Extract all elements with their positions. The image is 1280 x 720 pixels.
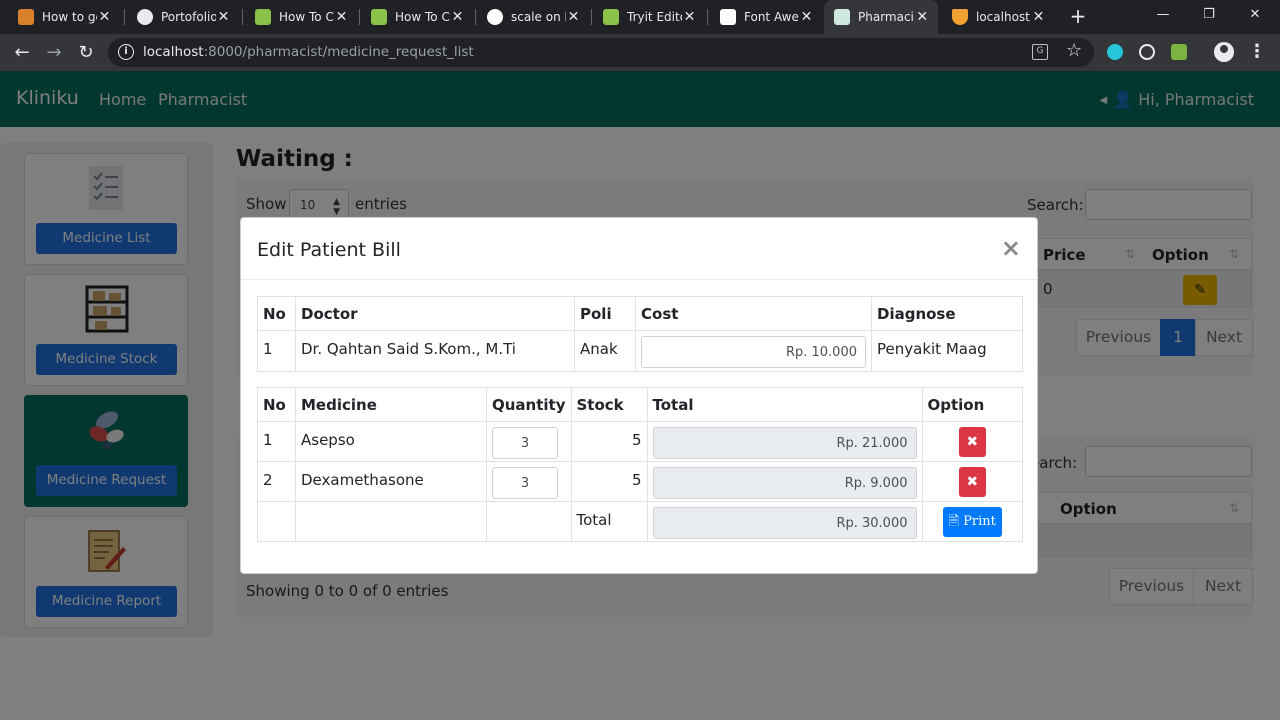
java-favicon-icon bbox=[18, 9, 34, 25]
col-header-option: Option bbox=[921, 387, 1023, 422]
forward-arrow-icon[interactable]: → bbox=[41, 40, 67, 66]
row-no: 1 bbox=[257, 421, 296, 462]
close-window-button[interactable]: ✕ bbox=[1232, 0, 1278, 34]
w3schools-favicon-icon bbox=[255, 9, 271, 25]
grand-total-field: Rp. 30.000 bbox=[652, 507, 917, 539]
row-no: 1 bbox=[257, 330, 296, 372]
tab-title: Font Awe bbox=[744, 10, 799, 24]
tab-close-icon[interactable]: ✕ bbox=[334, 9, 349, 25]
col-header-stock: Stock bbox=[570, 387, 648, 422]
col-header-poli: Poli bbox=[574, 296, 636, 331]
stock-value: 5 bbox=[570, 461, 648, 502]
edit-patient-bill-modal: Edit Patient Bill × No Doctor Poli Cost … bbox=[240, 217, 1038, 574]
medicine-name: Asepso bbox=[295, 421, 487, 462]
browser-toolbar: ← → ↻ i localhost:8000/pharmacist/medici… bbox=[0, 34, 1280, 71]
doctor-table: No Doctor Poli Cost Diagnose 1 Dr. Qahta… bbox=[257, 296, 1023, 372]
table-row: 1 Asepso 3 5 Rp. 21.000 ✖ bbox=[257, 421, 1023, 462]
print-label: Print bbox=[963, 514, 996, 529]
print-button[interactable]: 🗎 Print bbox=[942, 507, 1002, 537]
flag-favicon-icon bbox=[720, 9, 736, 25]
bookmark-star-icon[interactable]: ☆ bbox=[1066, 40, 1082, 61]
medicine-name: Dexamethasone bbox=[295, 461, 487, 502]
browser-tab-active[interactable]: Pharmaci ✕ bbox=[824, 0, 938, 34]
diagnose-text: Penyakit Maag bbox=[871, 330, 1023, 372]
address-bar[interactable]: i localhost:8000/pharmacist/medicine_req… bbox=[108, 38, 1094, 67]
quantity-input[interactable]: 3 bbox=[492, 427, 558, 459]
modal-close-icon[interactable]: × bbox=[1001, 236, 1021, 260]
extension-icon-2[interactable] bbox=[1171, 44, 1187, 60]
tab-close-icon[interactable]: ✕ bbox=[914, 9, 930, 25]
new-tab-button[interactable]: + bbox=[1066, 4, 1090, 28]
browser-tab[interactable]: scale on h ✕ bbox=[477, 0, 589, 34]
col-header-no: No bbox=[257, 296, 296, 331]
w3schools-favicon-icon bbox=[371, 9, 387, 25]
browser-tab[interactable]: How To C ✕ bbox=[361, 0, 473, 34]
tab-close-icon[interactable]: ✕ bbox=[216, 9, 231, 25]
tab-title: Pharmaci bbox=[858, 10, 914, 24]
back-arrow-icon[interactable]: ← bbox=[9, 40, 35, 66]
total-field: Rp. 21.000 bbox=[652, 427, 917, 459]
url-text[interactable]: localhost:8000/pharmacist/medicine_reque… bbox=[143, 44, 474, 60]
browser-tab[interactable]: How to ge ✕ bbox=[8, 0, 120, 34]
browser-tab-bar: How to ge ✕ Portofolio ✕ How To C ✕ How … bbox=[0, 0, 1280, 34]
cost-input[interactable]: Rp. 10.000 bbox=[641, 336, 866, 368]
browser-tab[interactable]: Portofolio ✕ bbox=[127, 0, 239, 34]
xampp-favicon-icon bbox=[952, 9, 968, 25]
browser-tab[interactable]: localhost ✕ bbox=[942, 0, 1054, 34]
minimize-button[interactable]: — bbox=[1140, 0, 1186, 34]
tab-close-icon[interactable]: ✕ bbox=[97, 9, 112, 25]
medicine-table: No Medicine Quantity Stock Total Option … bbox=[257, 387, 1023, 542]
tab-close-icon[interactable]: ✕ bbox=[799, 9, 814, 25]
browser-tab[interactable]: Tryit Edito ✕ bbox=[593, 0, 705, 34]
table-row: 2 Dexamethasone 3 5 Rp. 9.000 ✖ bbox=[257, 461, 1023, 502]
google-favicon-icon bbox=[487, 9, 503, 25]
tab-title: Tryit Edito bbox=[627, 10, 682, 24]
reload-icon[interactable]: ↻ bbox=[73, 40, 99, 66]
tab-close-icon[interactable]: ✕ bbox=[1031, 9, 1046, 25]
browser-tab[interactable]: How To C ✕ bbox=[245, 0, 357, 34]
col-header-medicine: Medicine bbox=[295, 387, 487, 422]
delete-button[interactable]: ✖ bbox=[958, 467, 986, 497]
react-extension-icon[interactable] bbox=[1139, 44, 1155, 60]
tab-title: How To C bbox=[279, 10, 334, 24]
col-header-quantity: Quantity bbox=[486, 387, 572, 422]
modal-title: Edit Patient Bill bbox=[257, 239, 401, 261]
col-header-doctor: Doctor bbox=[295, 296, 575, 331]
col-header-total: Total bbox=[646, 387, 923, 422]
delete-button[interactable]: ✖ bbox=[958, 427, 986, 457]
page-favicon-icon bbox=[834, 9, 850, 25]
stock-value: 5 bbox=[570, 421, 648, 462]
w3schools-favicon-icon bbox=[603, 9, 619, 25]
doctor-name: Dr. Qahtan Said S.Kom., M.Ti bbox=[295, 330, 575, 372]
tab-title: scale on h bbox=[511, 10, 566, 24]
browser-menu-icon[interactable]: ⋮ bbox=[1248, 40, 1266, 64]
restore-button[interactable]: ❐ bbox=[1186, 0, 1232, 34]
row-no: 2 bbox=[257, 461, 296, 502]
globe-favicon-icon bbox=[137, 9, 153, 25]
tab-close-icon[interactable]: ✕ bbox=[682, 9, 697, 25]
total-label: Total bbox=[570, 501, 648, 542]
tab-title: How to ge bbox=[42, 10, 97, 24]
site-info-icon[interactable]: i bbox=[118, 44, 134, 60]
total-row: Total Rp. 30.000 🗎 Print bbox=[257, 501, 1023, 542]
quantity-input[interactable]: 3 bbox=[492, 467, 558, 499]
profile-avatar-icon[interactable] bbox=[1214, 42, 1234, 62]
col-header-diagnose: Diagnose bbox=[871, 296, 1023, 331]
extension-icon[interactable] bbox=[1107, 44, 1123, 60]
poli-name: Anak bbox=[574, 330, 636, 372]
table-row: 1 Dr. Qahtan Said S.Kom., M.Ti Anak Rp. … bbox=[257, 330, 1023, 372]
tab-close-icon[interactable]: ✕ bbox=[450, 9, 465, 25]
tab-title: Portofolio bbox=[161, 10, 216, 24]
file-pdf-icon: 🗎 bbox=[948, 514, 960, 529]
browser-tab[interactable]: Font Awe ✕ bbox=[710, 0, 822, 34]
col-header-no: No bbox=[257, 387, 296, 422]
tab-close-icon[interactable]: ✕ bbox=[566, 9, 581, 25]
tab-title: localhost bbox=[976, 10, 1030, 24]
translate-icon[interactable]: G bbox=[1032, 44, 1048, 60]
tab-title: How To C bbox=[395, 10, 450, 24]
total-field: Rp. 9.000 bbox=[652, 467, 917, 499]
col-header-cost: Cost bbox=[635, 296, 872, 331]
